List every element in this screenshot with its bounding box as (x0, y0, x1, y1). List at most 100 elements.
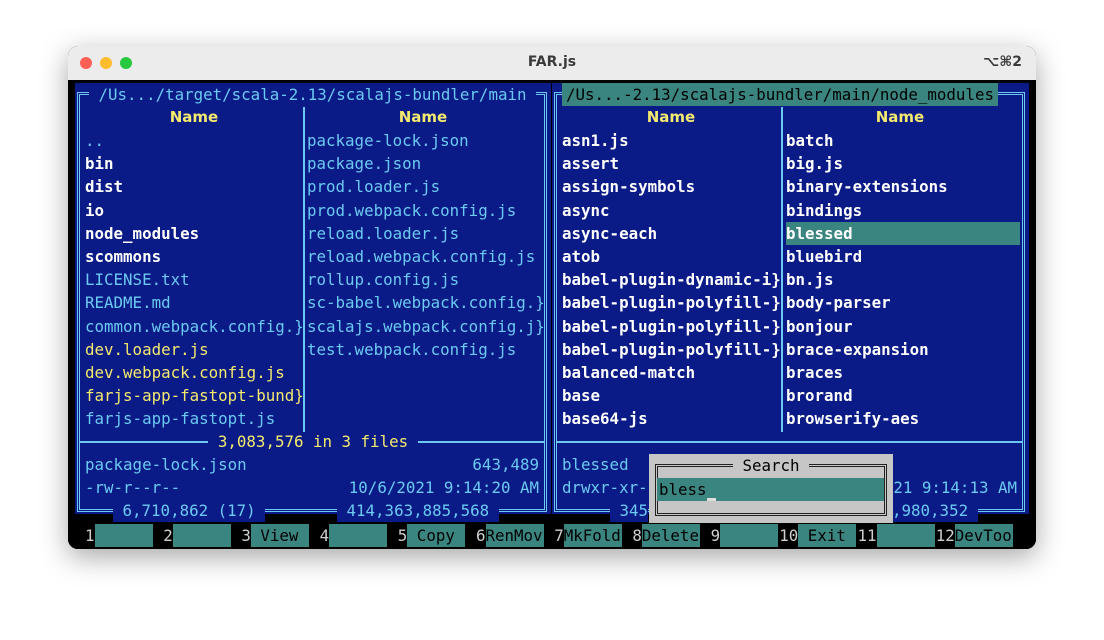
file-item[interactable]: prod.loader.js (307, 175, 440, 198)
right-col2-header[interactable]: Name (784, 106, 1016, 129)
file-item[interactable]: brace-expansion (786, 338, 929, 361)
left-panel-path[interactable]: /Us.../target/scala-2.13/scalajs-bundler… (89, 83, 536, 106)
file-item[interactable]: base (562, 384, 600, 407)
fkey-9[interactable]: 9 (701, 524, 779, 547)
fkey-number: 2 (163, 524, 173, 547)
fkey-label: Delete (641, 524, 700, 547)
window-title: FAR.js (527, 54, 577, 70)
fkey-label: RenMov (485, 524, 544, 547)
fkey-6[interactable]: 6 RenMov (466, 524, 544, 547)
fkey-12[interactable]: 12 DevToo (935, 524, 1013, 547)
left-col2-header[interactable]: Name (307, 106, 539, 129)
file-item[interactable]: package.json (307, 152, 421, 175)
file-item[interactable]: bin (85, 152, 114, 175)
file-item[interactable]: rollup.config.js (307, 268, 459, 291)
file-item[interactable]: big.js (786, 152, 843, 175)
file-item[interactable]: assert (562, 152, 619, 175)
search-input-value: bless (659, 480, 707, 499)
right-info-perms: drwxr-xr- (562, 478, 648, 497)
file-item[interactable]: brorand (786, 384, 853, 407)
file-item[interactable]: bonjour (786, 315, 853, 338)
file-item[interactable]: balanced-match (562, 361, 695, 384)
file-item[interactable]: bn.js (786, 268, 834, 291)
fkey-label: Copy (407, 524, 466, 547)
file-item[interactable]: assign-symbols (562, 175, 695, 198)
fkey-10[interactable]: 10 Exit (779, 524, 857, 547)
fkey-label (172, 524, 231, 547)
fkey-1[interactable]: 1 (75, 524, 153, 547)
fkey-4[interactable]: 4 (310, 524, 388, 547)
fkey-number: 8 (632, 524, 642, 547)
fkey-label (720, 524, 779, 547)
file-item[interactable]: farjs-app-fastopt.js (85, 407, 275, 430)
left-col1-header[interactable]: Name (85, 106, 303, 129)
file-item[interactable]: io (85, 199, 104, 222)
file-item[interactable]: bindings (786, 199, 862, 222)
file-item[interactable]: babel-plugin-polyfill-} (562, 338, 781, 361)
fkey-7[interactable]: 7 MkFold (544, 524, 622, 547)
fkey-11[interactable]: 11 (857, 524, 935, 547)
file-item[interactable]: farjs-app-fastopt-bund} (85, 384, 304, 407)
fkey-8[interactable]: 8 Delete (622, 524, 700, 547)
file-item[interactable]: .. (85, 129, 104, 152)
right-col1-header[interactable]: Name (562, 106, 780, 129)
file-item[interactable]: LICENSE.txt (85, 268, 190, 291)
fkey-number: 5 (397, 524, 408, 547)
file-item[interactable]: asn1.js (562, 129, 629, 152)
file-item[interactable]: scalajs.webpack.config.j} (307, 315, 545, 338)
file-item[interactable]: test.webpack.config.js (307, 338, 516, 361)
file-item[interactable]: base64-js (562, 407, 648, 430)
fkey-number: 7 (554, 524, 564, 547)
left-info-perms: -rw-r--r-- (85, 478, 181, 497)
fkey-number: 12 (935, 524, 955, 547)
fkey-label: DevToo (954, 524, 1013, 547)
file-item[interactable]: async (562, 199, 610, 222)
file-item[interactable]: README.md (85, 291, 171, 314)
file-item[interactable]: dev.webpack.config.js (85, 361, 285, 384)
file-item[interactable]: browserify-aes (786, 407, 919, 430)
terminal-window: FAR.js ⌥⌘2 /Us.../target/scala-2.13/scal… (68, 46, 1036, 549)
file-item[interactable]: node_modules (85, 222, 199, 245)
file-item[interactable]: babel-plugin-polyfill-} (562, 291, 781, 314)
left-footer-files: 6,710,862 (17) (113, 499, 266, 522)
right-panel[interactable]: /Us...-2.13/scalajs-bundler/main/node_mo… (552, 83, 1029, 522)
file-item[interactable]: batch (786, 129, 834, 152)
search-dialog-title: Search (732, 456, 810, 475)
fkey-5[interactable]: 5 Copy (388, 524, 466, 547)
file-item[interactable]: reload.loader.js (307, 222, 459, 245)
right-panel-path[interactable]: /Us...-2.13/scalajs-bundler/main/node_mo… (562, 83, 998, 106)
file-item[interactable]: bluebird (786, 245, 862, 268)
file-item[interactable]: package-lock.json (307, 129, 469, 152)
right-info-name: blessed (562, 455, 629, 474)
file-item[interactable]: body-parser (786, 291, 891, 314)
fkey-label (876, 524, 935, 547)
file-item[interactable]: atob (562, 245, 600, 268)
file-item[interactable]: binary-extensions (786, 175, 948, 198)
search-input[interactable]: bless (657, 478, 884, 501)
fkey-2[interactable]: 2 (153, 524, 231, 547)
file-item[interactable]: babel-plugin-dynamic-i} (562, 268, 781, 291)
fkey-number: 4 (319, 524, 330, 547)
file-item[interactable]: scommons (85, 245, 161, 268)
file-item[interactable]: sc-babel.webpack.config.} (307, 291, 545, 314)
fkey-label: MkFold (563, 524, 622, 547)
file-item-selected[interactable]: blessed (786, 221, 1020, 245)
far-terminal: /Us.../target/scala-2.13/scalajs-bundler… (68, 80, 1036, 549)
file-item[interactable]: dev.loader.js (85, 338, 209, 361)
fkey-label: Exit (798, 524, 857, 547)
fkey-3[interactable]: 3 View (231, 524, 309, 547)
fkey-number: 10 (779, 524, 799, 547)
fkey-number: 1 (85, 524, 95, 547)
window-shortcut: ⌥⌘2 (983, 54, 1022, 70)
file-item[interactable]: babel-plugin-polyfill-} (562, 315, 781, 338)
file-item[interactable]: async-each (562, 222, 657, 245)
text-cursor (707, 498, 716, 501)
file-item[interactable]: braces (786, 361, 843, 384)
fkey-label (94, 524, 153, 547)
file-item[interactable]: reload.webpack.config.js (307, 245, 535, 268)
left-panel[interactable]: /Us.../target/scala-2.13/scalajs-bundler… (75, 83, 551, 522)
file-item[interactable]: common.webpack.config.} (85, 315, 304, 338)
file-item[interactable]: dist (85, 175, 123, 198)
search-dialog: Search bless (649, 454, 893, 523)
file-item[interactable]: prod.webpack.config.js (307, 199, 516, 222)
